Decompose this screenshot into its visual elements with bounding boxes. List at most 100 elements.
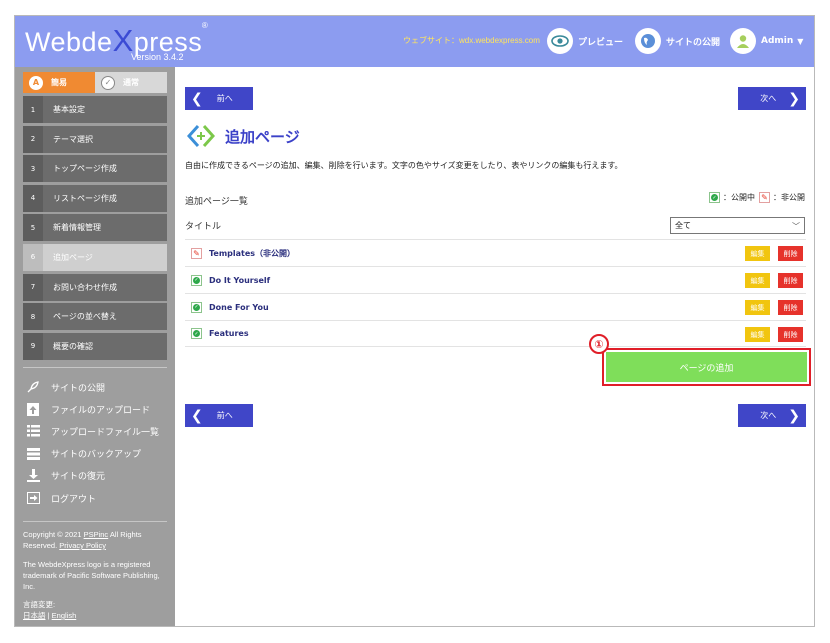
- logout-icon: [25, 491, 41, 505]
- sidebar: A 簡易 ✓ 通常 1 基本設定 2 テーマ選択 3 トップページ作成 4 リストページ…: [15, 67, 175, 626]
- tool-backup[interactable]: サイトのバックアップ: [25, 443, 169, 465]
- page-name-link[interactable]: Done For You: [209, 303, 269, 312]
- sidebar-item-page-order[interactable]: 8 ページの並べ替え: [23, 303, 167, 331]
- preview-button[interactable]: プレビュー: [547, 28, 623, 54]
- rocket-icon: [25, 380, 41, 394]
- language-separator: |: [47, 611, 50, 620]
- sidebar-divider: [23, 521, 167, 522]
- sidebar-item-theme[interactable]: 2 テーマ選択: [23, 125, 167, 153]
- chevron-down-icon: ﹀: [792, 222, 800, 231]
- step-number: 9: [23, 332, 43, 360]
- chevron-right-icon: ❯: [788, 407, 800, 424]
- publish-label: サイトの公開: [666, 37, 721, 48]
- step-number: 2: [23, 125, 43, 153]
- list-item: ✓ Features 編集 削除: [185, 320, 806, 347]
- user-menu[interactable]: Admin ▼: [730, 28, 803, 54]
- list-item: ✎ Templates（非公開） 編集 削除: [185, 239, 806, 266]
- step-label: トップページ作成: [53, 164, 117, 174]
- privacy-policy-link[interactable]: Privacy Policy: [59, 541, 106, 550]
- next-label: 次へ: [760, 94, 777, 103]
- logo-registered-mark: ®: [201, 21, 209, 30]
- published-check-icon: ✓: [709, 192, 720, 203]
- language-japanese-link[interactable]: 日本語: [23, 611, 46, 620]
- tool-label: ログアウト: [51, 494, 97, 505]
- legend-private-label: ：非公開: [773, 193, 805, 202]
- mode-normal-tab[interactable]: ✓ 通常: [95, 72, 167, 93]
- sidebar-item-additional-pages[interactable]: 6 追加ページ: [23, 243, 167, 271]
- page-name-link[interactable]: Do It Yourself: [209, 276, 270, 285]
- delete-button[interactable]: 削除: [778, 327, 803, 342]
- add-page-icon: [186, 124, 216, 148]
- company-link[interactable]: PSPinc: [84, 530, 109, 539]
- caret-down-icon: ▼: [797, 36, 804, 46]
- backup-icon: [25, 447, 41, 461]
- step-number: 6: [23, 243, 43, 271]
- tool-uploaded-files[interactable]: アップロードファイル一覧: [25, 420, 169, 442]
- page-name-link[interactable]: Templates（非公開）: [209, 248, 295, 259]
- eye-icon: [547, 28, 573, 54]
- delete-button[interactable]: 削除: [778, 246, 803, 261]
- list-item: ✓ Do It Yourself 編集 削除: [185, 266, 806, 293]
- sidebar-item-list-page[interactable]: 4 リストページ作成: [23, 184, 167, 212]
- tool-restore[interactable]: サイトの復元: [25, 465, 169, 487]
- next-button-top[interactable]: 次へ ❯: [738, 87, 806, 110]
- top-header: WebdeXpress ® Version 3.4.2 ウェブサイト：wdx.w…: [15, 16, 814, 67]
- tool-label: サイトの公開: [51, 383, 106, 394]
- page-title: 追加ページ: [186, 124, 300, 148]
- step-label: 基本設定: [53, 105, 85, 114]
- mode-simple-tab[interactable]: A 簡易: [23, 72, 95, 93]
- globe-icon: [635, 28, 661, 54]
- page-title-text: 追加ページ: [225, 127, 300, 146]
- sidebar-item-overview[interactable]: 9 概要の確認: [23, 332, 167, 360]
- tool-label: アップロードファイル一覧: [51, 427, 160, 438]
- published-check-icon: ✓: [191, 301, 202, 313]
- tool-label: ファイルのアップロード: [51, 405, 151, 416]
- sidebar-item-contact[interactable]: 7 お問い合わせ作成: [23, 273, 167, 301]
- sidebar-item-basic-settings[interactable]: 1 基本設定: [23, 96, 167, 123]
- tool-file-upload[interactable]: ファイルのアップロード: [25, 398, 169, 420]
- sidebar-item-news[interactable]: 5 新着情報管理: [23, 214, 167, 242]
- upload-icon: [25, 402, 41, 416]
- language-english-link[interactable]: English: [52, 611, 77, 620]
- edit-button[interactable]: 編集: [745, 246, 770, 261]
- page-name-link[interactable]: Features: [209, 329, 249, 338]
- tool-publish-site[interactable]: サイトの公開: [25, 376, 169, 398]
- website-url[interactable]: ウェブサイト：wdx.webdexpress.com: [403, 35, 540, 46]
- title-filter-select[interactable]: 全て ﹀: [670, 217, 805, 234]
- status-legend: ✓ ：公開中 ✎ ：非公開: [709, 192, 805, 203]
- list-heading: 追加ページ一覧: [185, 197, 248, 207]
- prev-button-top[interactable]: ❮ 前へ: [185, 87, 253, 110]
- chevron-right-icon: ❯: [788, 90, 800, 107]
- language-label: 言語変更:: [23, 600, 56, 609]
- user-avatar-icon: [730, 28, 756, 54]
- edit-button[interactable]: 編集: [745, 273, 770, 288]
- step-label: 追加ページ: [53, 252, 93, 262]
- edit-button[interactable]: 編集: [745, 327, 770, 342]
- logo-text-part1: Webde: [25, 27, 113, 57]
- add-page-button[interactable]: ページの追加: [606, 352, 807, 382]
- publish-site-button[interactable]: サイトの公開: [635, 28, 720, 54]
- chevron-left-icon: ❮: [191, 407, 203, 424]
- add-page-highlight: ページの追加: [602, 348, 811, 386]
- main-content: ❮ 前へ 次へ ❯ 追加ページ 自由に作成できるページの追加、編集、削除を行いま…: [175, 67, 814, 626]
- step-label: 新着情報管理: [53, 223, 101, 233]
- next-button-bottom[interactable]: 次へ ❯: [738, 404, 806, 427]
- private-pencil-icon: ✎: [191, 247, 202, 259]
- trademark-text: The WebdeXpress logo is a registered tra…: [23, 560, 160, 591]
- step-label: ページの並べ替え: [53, 312, 117, 322]
- mode-normal-label: 通常: [123, 78, 139, 87]
- version-label: Version 3.4.2: [131, 52, 184, 62]
- step-number: 5: [23, 214, 43, 242]
- filter-label: タイトル: [185, 222, 222, 232]
- prev-button-bottom[interactable]: ❮ 前へ: [185, 404, 253, 427]
- delete-button[interactable]: 削除: [778, 273, 803, 288]
- list-item: ✓ Done For You 編集 削除: [185, 293, 806, 320]
- edit-button[interactable]: 編集: [745, 300, 770, 315]
- copyright-text: Copyright © 2021 PSPinc All Rights Reser…: [23, 529, 169, 551]
- tool-logout[interactable]: ログアウト: [25, 487, 169, 509]
- sidebar-item-top-page[interactable]: 3 トップページ作成: [23, 155, 167, 183]
- delete-button[interactable]: 削除: [778, 300, 803, 315]
- list-icon: [25, 424, 41, 438]
- filter-selected-value: 全て: [675, 221, 691, 230]
- page-list: ✎ Templates（非公開） 編集 削除 ✓ Do It Yourself …: [185, 239, 806, 347]
